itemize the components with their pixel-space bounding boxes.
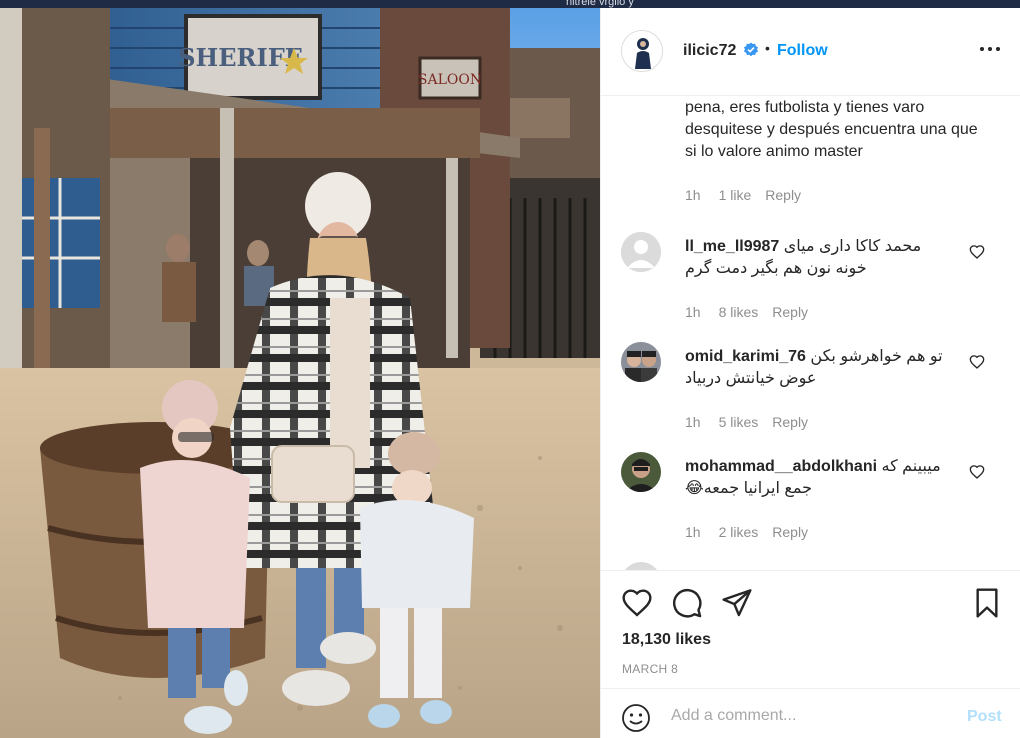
commenter-username[interactable]: omid_karimi_76 xyxy=(685,348,806,365)
reply-button[interactable]: Reply xyxy=(765,187,801,203)
add-comment-bar: Post xyxy=(601,688,1020,738)
sheriff-sign-text: SHERIFF xyxy=(178,43,302,72)
reply-button[interactable]: Reply xyxy=(772,524,808,540)
like-comment-heart-icon[interactable] xyxy=(969,464,985,480)
author-username[interactable]: ilicic72 xyxy=(683,42,736,60)
reply-button[interactable]: Reply xyxy=(772,304,808,320)
commenter-avatar-partial[interactable] xyxy=(621,562,661,570)
follow-button[interactable]: Follow xyxy=(777,42,828,60)
post-button[interactable]: Post xyxy=(967,708,1002,726)
comment-content: ll_me_ll9987 محمد کاکا داری میای خونه نو… xyxy=(685,236,945,280)
comment-meta: 1h 2 likes Reply xyxy=(685,524,808,540)
comment-likes[interactable]: 2 likes xyxy=(719,524,759,540)
comment-time[interactable]: 1h xyxy=(685,414,701,430)
bookmark-icon[interactable] xyxy=(971,587,1003,619)
backdrop-partial-text: hitrele vrgilo y xyxy=(566,0,634,8)
comment-time[interactable]: 1h xyxy=(685,187,701,203)
comment-content: omid_karimi_76 تو هم خواهرشو بکن عوض خیا… xyxy=(685,346,945,390)
post-date: MARCH 8 xyxy=(622,662,679,676)
comment-meta: 1h 5 likes Reply xyxy=(685,414,808,430)
comment-meta: 1h 8 likes Reply xyxy=(685,304,808,320)
comment-meta: 1h 1 like Reply xyxy=(685,187,801,203)
comment-text: pena, eres futbolista y tienes varo desq… xyxy=(685,99,978,160)
share-icon[interactable] xyxy=(721,587,753,619)
more-options-icon[interactable] xyxy=(979,44,1001,54)
comment-time[interactable]: 1h xyxy=(685,304,701,320)
author-avatar[interactable] xyxy=(621,30,663,72)
comment-likes[interactable]: 5 likes xyxy=(719,414,759,430)
comments-list[interactable]: pena, eres futbolista y tienes varo desq… xyxy=(601,96,1020,570)
header-separator: • xyxy=(765,40,770,56)
emoji-icon[interactable] xyxy=(621,703,651,733)
commenter-avatar[interactable] xyxy=(621,342,661,382)
comment-content: mohammad__abdolkhani میبینم که جمع ایران… xyxy=(685,456,945,500)
saloon-sign-text: SALOON xyxy=(418,72,482,88)
backdrop-strip xyxy=(0,0,1020,8)
like-comment-heart-icon[interactable] xyxy=(969,354,985,370)
verified-badge-icon xyxy=(744,42,758,57)
likes-count[interactable]: 18,130 likes xyxy=(622,631,711,649)
post-actions: 18,130 likes MARCH 8 xyxy=(601,570,1020,688)
comment-time[interactable]: 1h xyxy=(685,524,701,540)
comment-input[interactable] xyxy=(671,701,951,731)
commenter-avatar[interactable] xyxy=(621,232,661,272)
like-comment-heart-icon[interactable] xyxy=(969,244,985,260)
commenter-username[interactable]: ll_me_ll9987 xyxy=(685,238,779,255)
reply-button[interactable]: Reply xyxy=(772,414,808,430)
comment-likes[interactable]: 1 like xyxy=(719,187,752,203)
post-photo[interactable]: SALOON SHERIFF xyxy=(0,8,600,738)
heart-icon[interactable] xyxy=(621,587,653,619)
post-side-panel: ilicic72 • Follow pena, eres futbolista … xyxy=(600,8,1020,738)
comment-likes[interactable]: 8 likes xyxy=(719,304,759,320)
commenter-username[interactable]: mohammad__abdolkhani xyxy=(685,458,877,475)
post-header: ilicic72 • Follow xyxy=(601,8,1020,96)
comment-icon[interactable] xyxy=(671,587,703,619)
commenter-avatar[interactable] xyxy=(621,452,661,492)
